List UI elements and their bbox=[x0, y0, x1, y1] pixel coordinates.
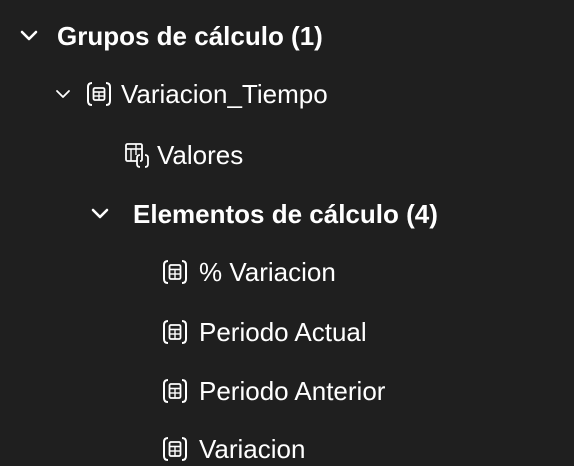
tree-node-calculation-group[interactable]: Variacion_Tiempo bbox=[0, 65, 574, 123]
tree-node-label: Variacion bbox=[199, 434, 306, 464]
calculation-item-icon bbox=[162, 377, 188, 405]
tree-node-calculation-items-folder[interactable]: Elementos de cálculo (4) bbox=[0, 185, 574, 243]
chevron-down-icon[interactable] bbox=[18, 25, 40, 47]
tree-node-label: Periodo Anterior bbox=[199, 376, 386, 406]
calculation-item-icon bbox=[162, 318, 188, 346]
tree-node-label: Periodo Actual bbox=[199, 317, 367, 347]
chevron-down-icon[interactable] bbox=[52, 83, 74, 105]
tree-node-label: Variacion_Tiempo bbox=[121, 79, 328, 109]
model-explorer-tree: Grupos de cálculo (1) Variacion_Tiempo V… bbox=[0, 0, 574, 466]
tree-node-calculation-groups[interactable]: Grupos de cálculo (1) bbox=[0, 7, 574, 65]
calculation-item-icon bbox=[162, 258, 188, 286]
table-column-icon bbox=[124, 141, 150, 169]
chevron-down-icon[interactable] bbox=[89, 203, 111, 225]
tree-node-label: Grupos de cálculo (1) bbox=[57, 21, 323, 51]
tree-node-calculation-item[interactable]: Periodo Actual bbox=[0, 303, 574, 361]
tree-node-label: % Variacion bbox=[199, 257, 336, 287]
tree-node-calculation-item[interactable]: % Variacion bbox=[0, 243, 574, 301]
tree-node-label: Elementos de cálculo (4) bbox=[133, 199, 438, 229]
tree-node-calculation-item[interactable]: Variacion bbox=[0, 420, 574, 466]
tree-node-column-valores[interactable]: Valores bbox=[0, 126, 574, 184]
calculation-group-icon bbox=[86, 80, 112, 108]
calculation-item-icon bbox=[162, 435, 188, 463]
tree-node-label: Valores bbox=[157, 140, 244, 170]
tree-node-calculation-item[interactable]: Periodo Anterior bbox=[0, 362, 574, 420]
